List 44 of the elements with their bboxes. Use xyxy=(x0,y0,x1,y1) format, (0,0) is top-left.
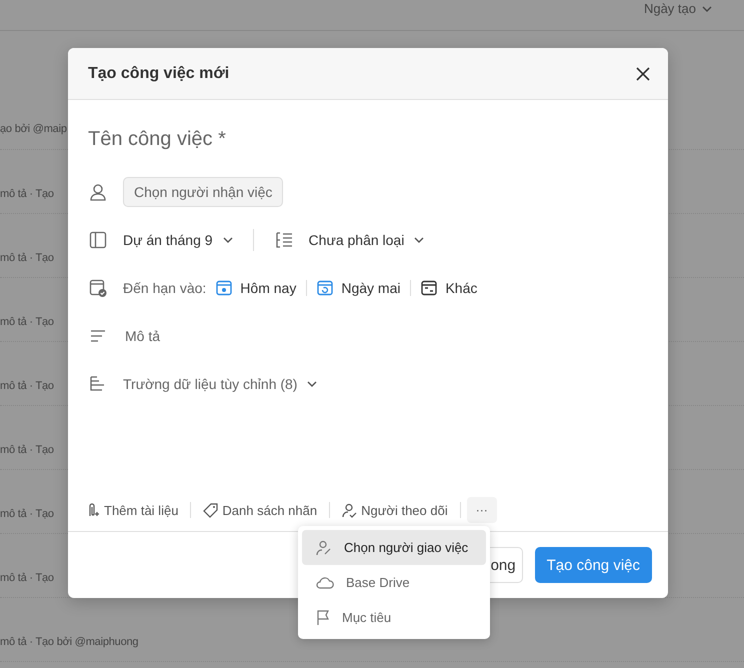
task-meta: mô tả · Tạo xyxy=(0,508,54,520)
due-label: Đến hạn vào: xyxy=(123,280,206,296)
cloud-icon xyxy=(316,576,334,590)
chevron-down-icon xyxy=(702,6,712,12)
dialog-title: Tạo công việc mới xyxy=(88,64,230,82)
calendar-check-icon xyxy=(89,279,107,297)
due-option[interactable]: Ngày mai xyxy=(313,280,404,296)
menu-item[interactable]: Base Drive xyxy=(302,565,486,600)
project-dropdown[interactable]: Dự án tháng 9 xyxy=(123,232,233,248)
create-task-button[interactable]: Tạo công việc xyxy=(534,547,652,583)
custom-fields-dropdown[interactable]: Trường dữ liệu tùy chỉnh (8) xyxy=(123,376,318,392)
chevron-down-icon xyxy=(414,237,424,243)
task-meta: ạo bởi @maip xyxy=(0,123,67,135)
calendar-icon xyxy=(421,280,438,296)
task-meta: mô tả · Tạo xyxy=(0,188,54,200)
assignee-field[interactable]: Chọn người nhận việc xyxy=(123,177,284,207)
task-meta: mô tả · Tạo xyxy=(0,316,54,328)
chevron-down-icon xyxy=(307,381,318,387)
chevron-down-icon xyxy=(222,237,233,243)
category-dropdown[interactable]: Chưa phân loại xyxy=(308,232,424,248)
due-option[interactable]: Hôm nay xyxy=(212,280,300,296)
task-meta: mô tả · Tạo xyxy=(0,380,54,392)
calendar-icon xyxy=(317,280,334,296)
calendar-icon xyxy=(216,280,232,296)
tag-icon xyxy=(203,502,218,518)
task-meta: mô tả · Tạo xyxy=(0,252,54,264)
toolbar-button[interactable]: Người theo dõi xyxy=(336,502,454,518)
menu-item[interactable]: Chọn người giao việc xyxy=(302,530,486,565)
due-option[interactable]: Khác xyxy=(417,280,482,296)
toolbar-button[interactable]: Danh sách nhãn xyxy=(197,502,324,518)
list-icon xyxy=(274,231,293,249)
person-icon xyxy=(89,183,107,201)
person-check-icon xyxy=(342,502,358,518)
task-meta: mô tả · Tạo xyxy=(0,444,54,456)
person-pen-icon xyxy=(316,540,332,556)
panel-icon xyxy=(89,231,107,249)
flag-icon xyxy=(316,610,330,626)
more-button[interactable]: ··· xyxy=(466,497,497,523)
task-meta: mô tả · Tạo bởi @maiphuong xyxy=(0,636,138,648)
menu-item[interactable]: Mục tiêu xyxy=(302,600,486,635)
bars-icon xyxy=(89,375,107,393)
task-meta: mô tả · Tạo xyxy=(0,572,54,584)
close-icon[interactable] xyxy=(636,66,650,80)
toolbar-button[interactable]: Thêm tài liệu xyxy=(86,502,184,518)
